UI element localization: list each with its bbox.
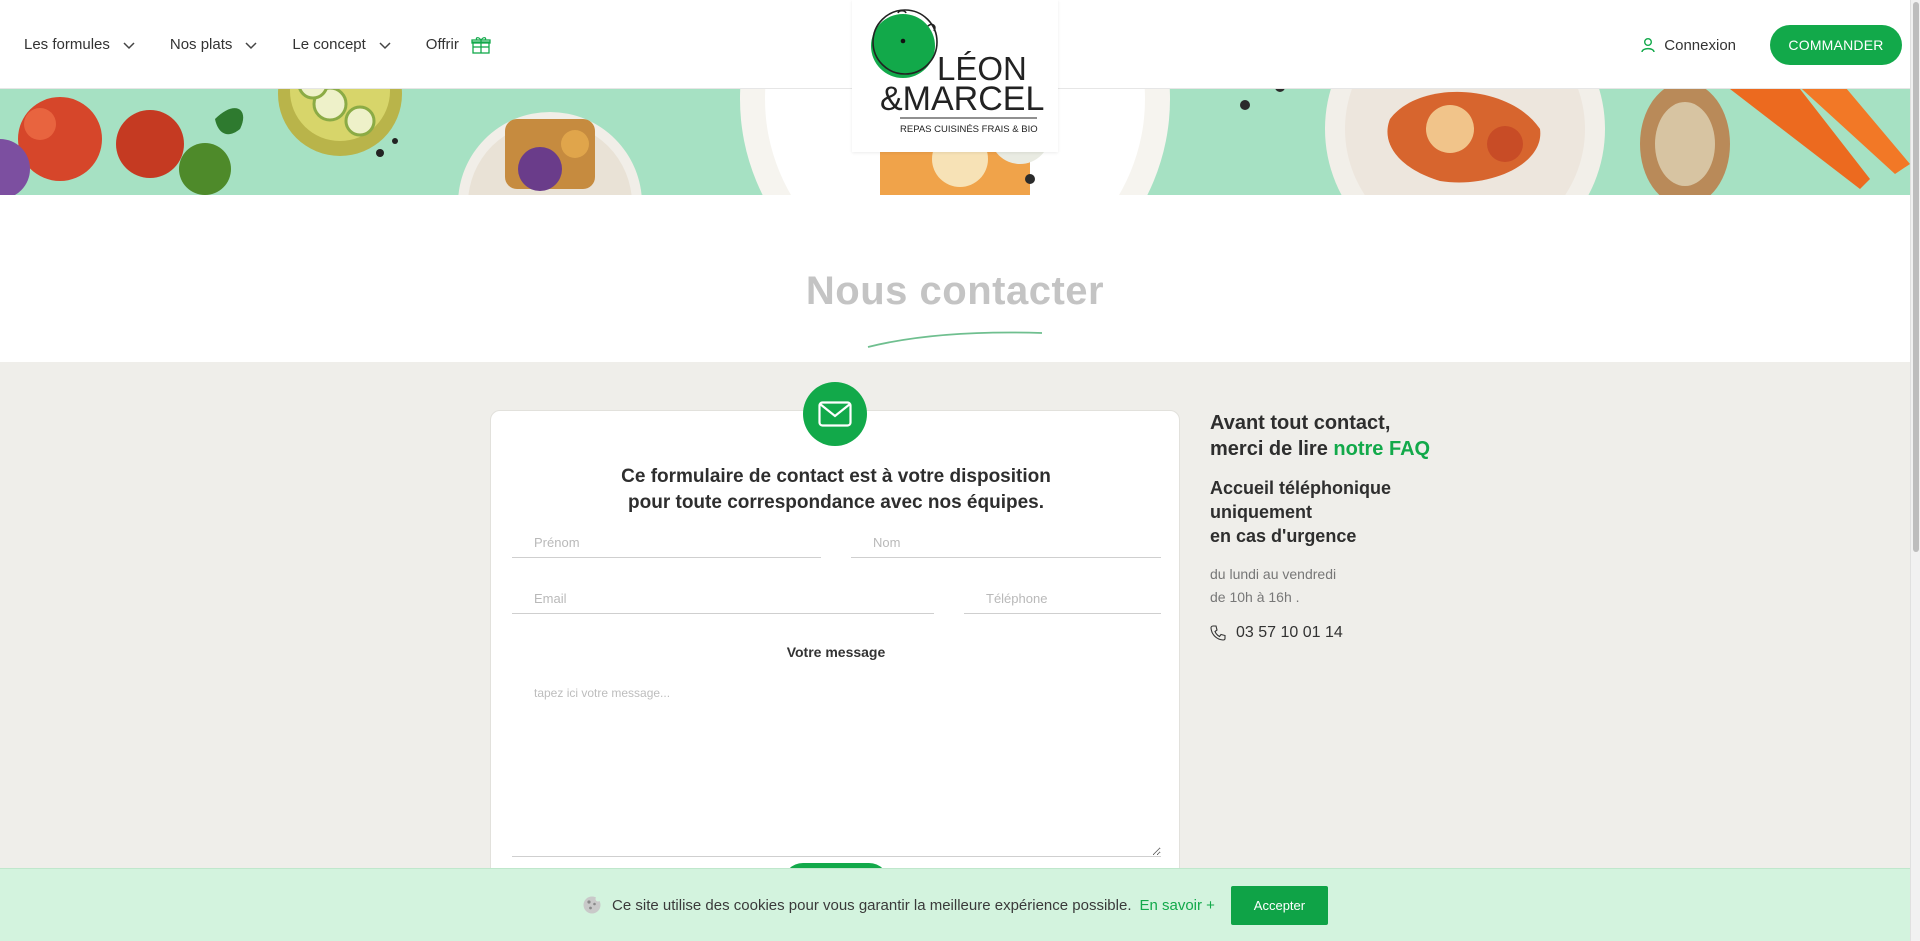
faq-notice-prefix: merci de lire (1210, 438, 1328, 460)
opening-hours: du lundi au vendredi de 10h à 16h . (1210, 563, 1470, 609)
form-intro-line2: pour toute correspondance avec nos équip… (628, 492, 1044, 513)
nav-item-formules[interactable]: Les formules (24, 36, 136, 53)
brand-logo[interactable]: LÉON &MARCEL REPAS CUISINÉS FRAIS & BIO (852, 0, 1058, 152)
form-intro-line1: Ce formulaire de contact est à votre dis… (621, 466, 1051, 487)
hours-line2: de 10h à 16h . (1210, 589, 1300, 605)
logo-tagline: REPAS CUISINÉS FRAIS & BIO (900, 124, 1038, 135)
faq-notice: Avant tout contact, merci de lire notre … (1210, 410, 1470, 462)
nav-item-label: Les formules (24, 36, 110, 53)
cookie-more-link[interactable]: En savoir + (1139, 897, 1214, 914)
cookie-banner: Ce site utilise des cookies pour vous ga… (0, 868, 1910, 941)
email-field[interactable] (512, 584, 934, 614)
hours-line1: du lundi au vendredi (1210, 566, 1337, 582)
user-icon (1641, 38, 1655, 53)
scrollbar-thumb[interactable] (1913, 2, 1919, 552)
chevron-down-icon (245, 41, 257, 49)
form-intro: Ce formulaire de contact est à votre dis… (491, 464, 1181, 516)
cookie-icon (583, 896, 601, 914)
contact-form-card: Ce formulaire de contact est à votre dis… (490, 410, 1180, 941)
logo-line2: &MARCEL (880, 80, 1044, 118)
envelope-badge (803, 382, 867, 446)
order-button[interactable]: COMMANDER (1770, 25, 1902, 65)
cookie-accept-button[interactable]: Accepter (1230, 885, 1328, 925)
nav-item-concept[interactable]: Le concept (292, 36, 391, 53)
envelope-icon (818, 401, 852, 427)
chevron-down-icon (379, 41, 391, 49)
phone-link[interactable]: 03 57 10 01 14 (1210, 624, 1470, 642)
faq-notice-line2: merci de lire notre FAQ (1210, 436, 1470, 462)
phone-heading-line2: uniquement (1210, 502, 1312, 522)
nav-item-label: Le concept (292, 36, 366, 53)
nav-item-label: Nos plats (169, 36, 233, 53)
gift-icon (471, 36, 491, 54)
phone-icon (1210, 625, 1226, 641)
main-nav: Les formules Nos plats Le concept Offrir (24, 0, 491, 89)
chevron-down-icon (123, 41, 135, 49)
header-actions: Connexion COMMANDER (1641, 25, 1902, 65)
lastname-field[interactable] (851, 528, 1161, 558)
page-title: Nous contacter (805, 269, 1105, 313)
message-label: Votre message (786, 644, 886, 660)
firstname-field[interactable] (512, 528, 821, 558)
nav-item-label: Offrir (425, 36, 459, 53)
page-scrollbar[interactable] (1910, 0, 1920, 941)
title-underline-decoration (867, 331, 1043, 348)
faq-notice-line1: Avant tout contact, (1210, 412, 1391, 434)
message-textarea[interactable] (512, 674, 1161, 857)
phone-heading-line1: Accueil téléphonique (1210, 478, 1392, 498)
phone-heading-line3: en cas d'urgence (1210, 526, 1357, 546)
login-link[interactable]: Connexion (1641, 37, 1736, 54)
faq-link[interactable]: notre FAQ (1333, 438, 1430, 460)
phone-support-heading: Accueil téléphonique uniquement en cas d… (1210, 476, 1470, 548)
phone-number: 03 57 10 01 14 (1236, 624, 1343, 641)
contact-info: Avant tout contact, merci de lire notre … (1210, 410, 1470, 642)
login-label: Connexion (1664, 36, 1736, 54)
phone-field[interactable] (964, 584, 1161, 614)
nav-item-plats[interactable]: Nos plats (170, 36, 259, 53)
logo-mark: LÉON &MARCEL REPAS CUISINÉS FRAIS & BIO (871, 9, 1044, 135)
cookie-text: Ce site utilise des cookies pour vous ga… (612, 896, 1132, 914)
title-section: Nous contacter (0, 195, 1910, 362)
nav-item-offrir[interactable]: Offrir (426, 36, 491, 54)
